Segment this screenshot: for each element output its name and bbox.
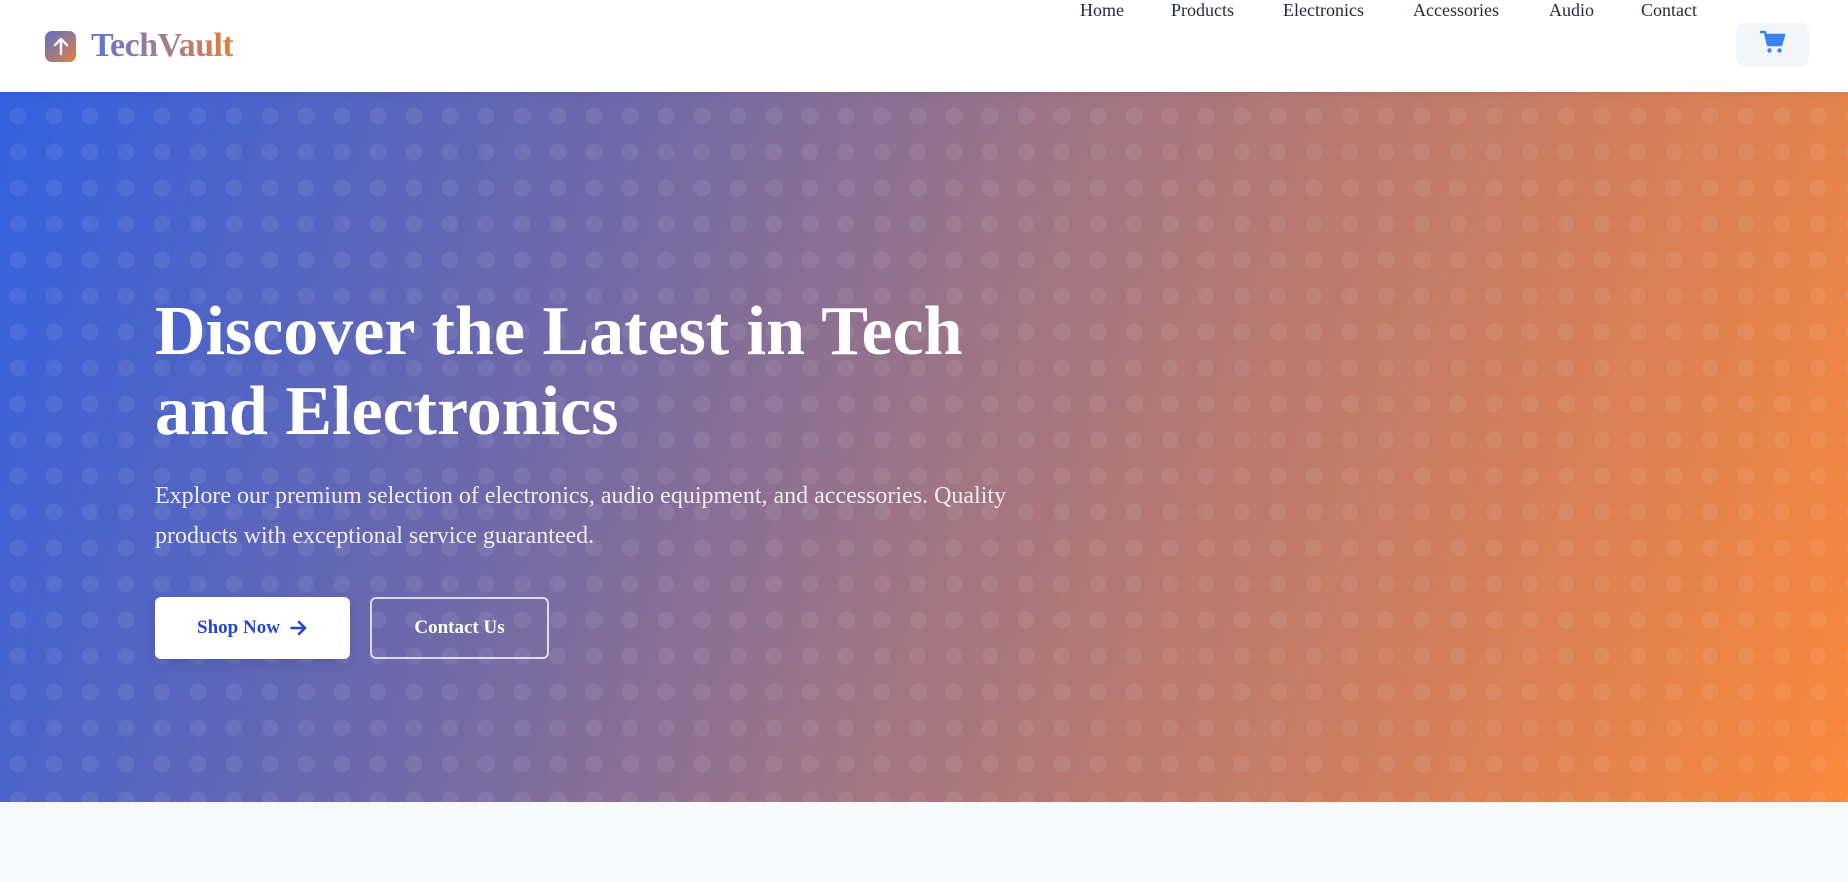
nav-products[interactable]: Products (1171, 0, 1234, 21)
hero-title: Discover the Latest in Tech and Electron… (155, 293, 963, 450)
nav-electronics[interactable]: Electronics (1283, 0, 1364, 21)
site-header: TechVault Home Products Electronics Acce… (0, 0, 1848, 92)
contact-us-label: Contact Us (414, 617, 505, 638)
shop-now-button[interactable]: Shop Now (155, 597, 350, 659)
content-section (0, 802, 1848, 882)
hero-subtitle: Explore our premium selection of electro… (155, 483, 1007, 549)
hero-section: Discover the Latest in Tech and Electron… (0, 92, 1848, 802)
nav-contact[interactable]: Contact (1641, 0, 1697, 21)
shop-now-label: Shop Now (197, 617, 280, 638)
nav-accessories[interactable]: Accessories (1413, 0, 1499, 21)
nav-home[interactable]: Home (1080, 0, 1124, 21)
arrow-up-icon (45, 30, 76, 62)
brand-name: TechVault (91, 27, 234, 64)
logo[interactable]: TechVault (45, 27, 234, 64)
shopping-cart-icon (1759, 30, 1786, 59)
nav-audio[interactable]: Audio (1549, 0, 1594, 21)
contact-us-button[interactable]: Contact Us (370, 597, 549, 659)
arrow-right-icon (290, 620, 308, 636)
cart-button[interactable] (1736, 23, 1809, 66)
